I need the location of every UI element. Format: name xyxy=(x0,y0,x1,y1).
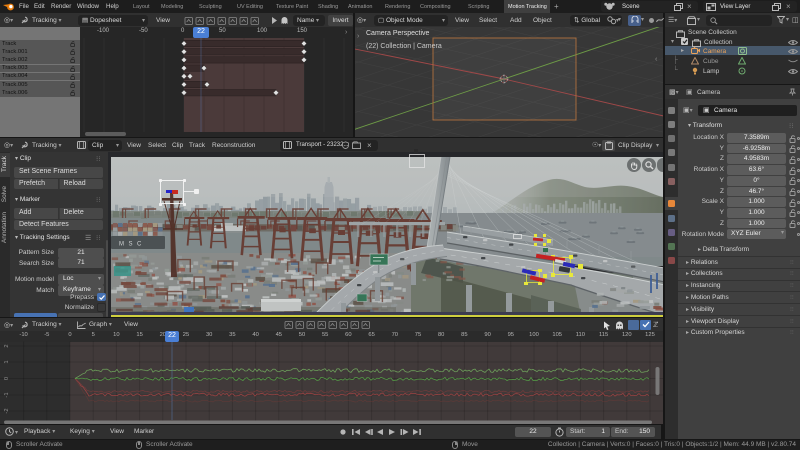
svg-text:-1: -1 xyxy=(4,392,10,397)
svg-text:-2: -2 xyxy=(4,408,10,413)
svg-text:0: 0 xyxy=(4,377,10,380)
svg-text:1: 1 xyxy=(4,360,10,363)
svg-text:2: 2 xyxy=(4,344,10,347)
